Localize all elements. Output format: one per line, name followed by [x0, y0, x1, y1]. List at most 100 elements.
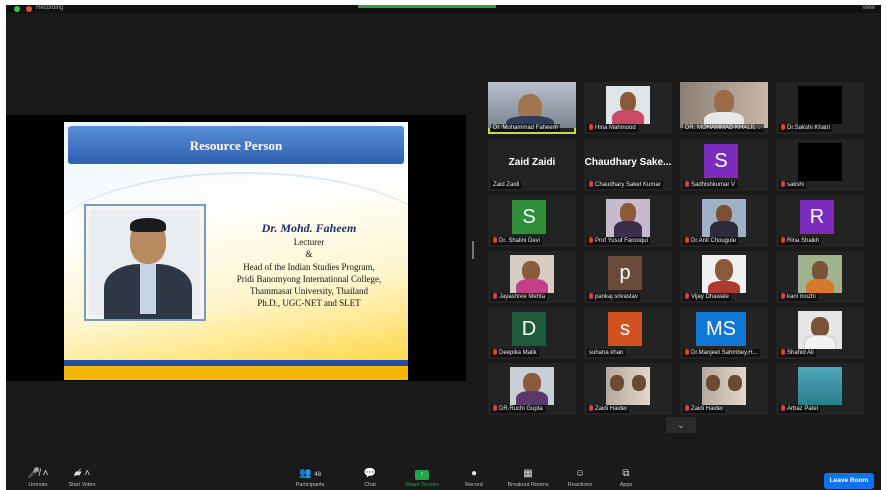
participant-name: DR. MOHAMMAD KHALIL ... [683, 124, 765, 132]
participant-name: Chaudhary Saket Kumar [587, 181, 663, 189]
participant-display-name: Zaid Zaidi [508, 157, 556, 168]
apps-button[interactable]: ⧉ Apps [598, 468, 654, 488]
participants-button[interactable]: 👥 48 Participants [282, 468, 338, 488]
zoom-window: Recording View Resource Person Dr. Mohd.… [6, 5, 881, 490]
chat-button[interactable]: 💬 Chat [342, 468, 398, 488]
muted-mic-icon [685, 405, 689, 411]
video-tile[interactable]: S Sadhishkumar V [680, 139, 768, 191]
video-tile[interactable]: kani mozhi [776, 251, 864, 303]
video-tile[interactable]: S Dr. Shalini Devi [488, 195, 576, 247]
muted-mic-icon [589, 181, 593, 187]
participant-avatar: s [608, 312, 642, 346]
muted-mic-icon [589, 293, 593, 299]
participant-name: Hina Mahmood [587, 124, 638, 132]
muted-mic-icon [685, 293, 689, 299]
muted-mic-icon [589, 124, 593, 130]
muted-mic-icon [685, 237, 689, 243]
security-icon[interactable] [14, 6, 20, 12]
slide-footer [64, 366, 408, 380]
participant-name: Sadhishkumar V [683, 181, 738, 189]
sharing-indicator [358, 5, 496, 8]
participant-avatar: S [704, 144, 738, 178]
speaker-line: Pridi Banomyong International College, [236, 273, 382, 284]
participant-name: Dr.Sakshi Khatri [779, 124, 833, 132]
video-tile[interactable]: Hina Mahmood [584, 82, 672, 134]
participants-icon: 👥 [299, 468, 312, 479]
video-tile[interactable]: Arbaz Patel [776, 363, 864, 415]
participant-name: kani mozhi [779, 293, 818, 301]
video-tile[interactable]: Zaid Zaidi Zaid Zaidi [488, 139, 576, 191]
gallery-scroll-down-button[interactable]: ⌄ [666, 417, 696, 433]
meeting-toolbar: 🎤̸ ˄ Unmute ▰̸ ˄ Start Video 👥 48 Partic… [6, 465, 881, 490]
participant-name: Zaid Zaidi [491, 181, 522, 189]
participant-avatar: p [608, 256, 642, 290]
video-tile[interactable]: Chaudhary Sake... Chaudhary Saket Kumar [584, 139, 672, 191]
muted-mic-icon [589, 237, 593, 243]
speaker-line: Thammasat University, Thailand [250, 286, 368, 297]
speaker-photo [84, 204, 206, 321]
view-button[interactable]: View [862, 5, 875, 11]
video-tile[interactable]: Prof Yusuf Farooqui [584, 195, 672, 247]
speaker-details: Dr. Mohd. Faheem Lecturer & Head of the … [214, 222, 404, 309]
muted-mic-icon [493, 349, 497, 355]
participant-avatar: S [512, 200, 546, 234]
muted-mic-icon [493, 405, 497, 411]
participant-name: Dr. Shalini Devi [491, 237, 543, 245]
video-tile[interactable]: Vijay Dhawale [680, 251, 768, 303]
participant-name: sakshi [779, 181, 807, 189]
participants-count: 48 [314, 472, 321, 478]
recording-icon [26, 6, 32, 12]
video-tile[interactable]: s suhana khan [584, 307, 672, 359]
panel-resize-handle[interactable] [472, 241, 474, 259]
share-screen-button[interactable]: ↑ Share Screen [394, 468, 450, 488]
muted-mic-icon [589, 405, 593, 411]
video-tile[interactable]: sakshi [776, 139, 864, 191]
video-tile[interactable]: Dr.Sakshi Khatri [776, 82, 864, 134]
record-button[interactable]: ● Record [446, 468, 502, 488]
participant-name: Dr. Mohammad Faheem [491, 124, 560, 132]
participant-display-name: Chaudhary Sake... [584, 157, 672, 168]
muted-mic-icon [493, 293, 497, 299]
video-tile[interactable]: Dr. Mohammad Faheem [488, 82, 576, 134]
participant-name: Jayashree Mehta [491, 293, 548, 301]
video-tile[interactable]: Dr.Anil Chougule [680, 195, 768, 247]
chevron-down-icon: ⌄ [677, 420, 685, 430]
breakout-rooms-icon: ▦ [523, 468, 533, 479]
muted-mic-icon [781, 349, 785, 355]
recording-label: Recording [36, 5, 64, 11]
participant-avatar: D [512, 312, 546, 346]
top-bar: Recording View [6, 5, 881, 13]
apps-icon: ⧉ [622, 468, 630, 479]
video-off-icon: ▰̸ ˄ [73, 468, 91, 479]
video-tile[interactable]: D Deepika Malik [488, 307, 576, 359]
video-tile[interactable]: Shahid Ali [776, 307, 864, 359]
speaker-line: Ph.D., UGC-NET and SLET [257, 298, 361, 309]
video-tile[interactable]: Jayashree Mehta [488, 251, 576, 303]
participant-name: Vijay Dhawale [683, 293, 731, 301]
start-video-button[interactable]: ▰̸ ˄ Start Video [54, 468, 110, 488]
participant-name: pankaj srivastav [587, 293, 641, 301]
slide-title: Resource Person [189, 138, 283, 153]
participant-name: Rina Shaikh [779, 237, 822, 245]
speaker-line: Lecturer [293, 237, 325, 248]
video-tile[interactable]: p pankaj srivastav [584, 251, 672, 303]
muted-mic-icon [685, 349, 689, 355]
speaker-name: Dr. Mohd. Faheem [261, 221, 357, 235]
speaker-line: & [305, 249, 313, 260]
participant-name: Arbaz Patel [779, 405, 821, 413]
chat-icon: 💬 [363, 468, 377, 479]
video-tile[interactable]: DR. MOHAMMAD KHALIL ... [680, 82, 768, 134]
video-tile[interactable]: Zaidi Haider [584, 363, 672, 415]
participant-name: suhana khan [587, 349, 626, 357]
participant-avatar: MS [696, 312, 746, 346]
video-tile[interactable]: DR.Ruchi Gupta [488, 363, 576, 415]
breakout-rooms-button[interactable]: ▦ Breakout Rooms [500, 468, 556, 488]
video-tile[interactable]: Zaidi Haider [680, 363, 768, 415]
video-tile[interactable]: R Rina Shaikh [776, 195, 864, 247]
speaker-line: Head of the Indian Studies Program, [243, 261, 375, 272]
participant-name: Dr.Anil Chougule [683, 237, 739, 245]
record-icon: ● [470, 468, 478, 479]
video-tile[interactable]: MS Dr.Manjeet Sahmbey.H... [680, 307, 768, 359]
leave-room-button[interactable]: Leave Room [824, 473, 874, 489]
muted-mic-icon [781, 181, 785, 187]
